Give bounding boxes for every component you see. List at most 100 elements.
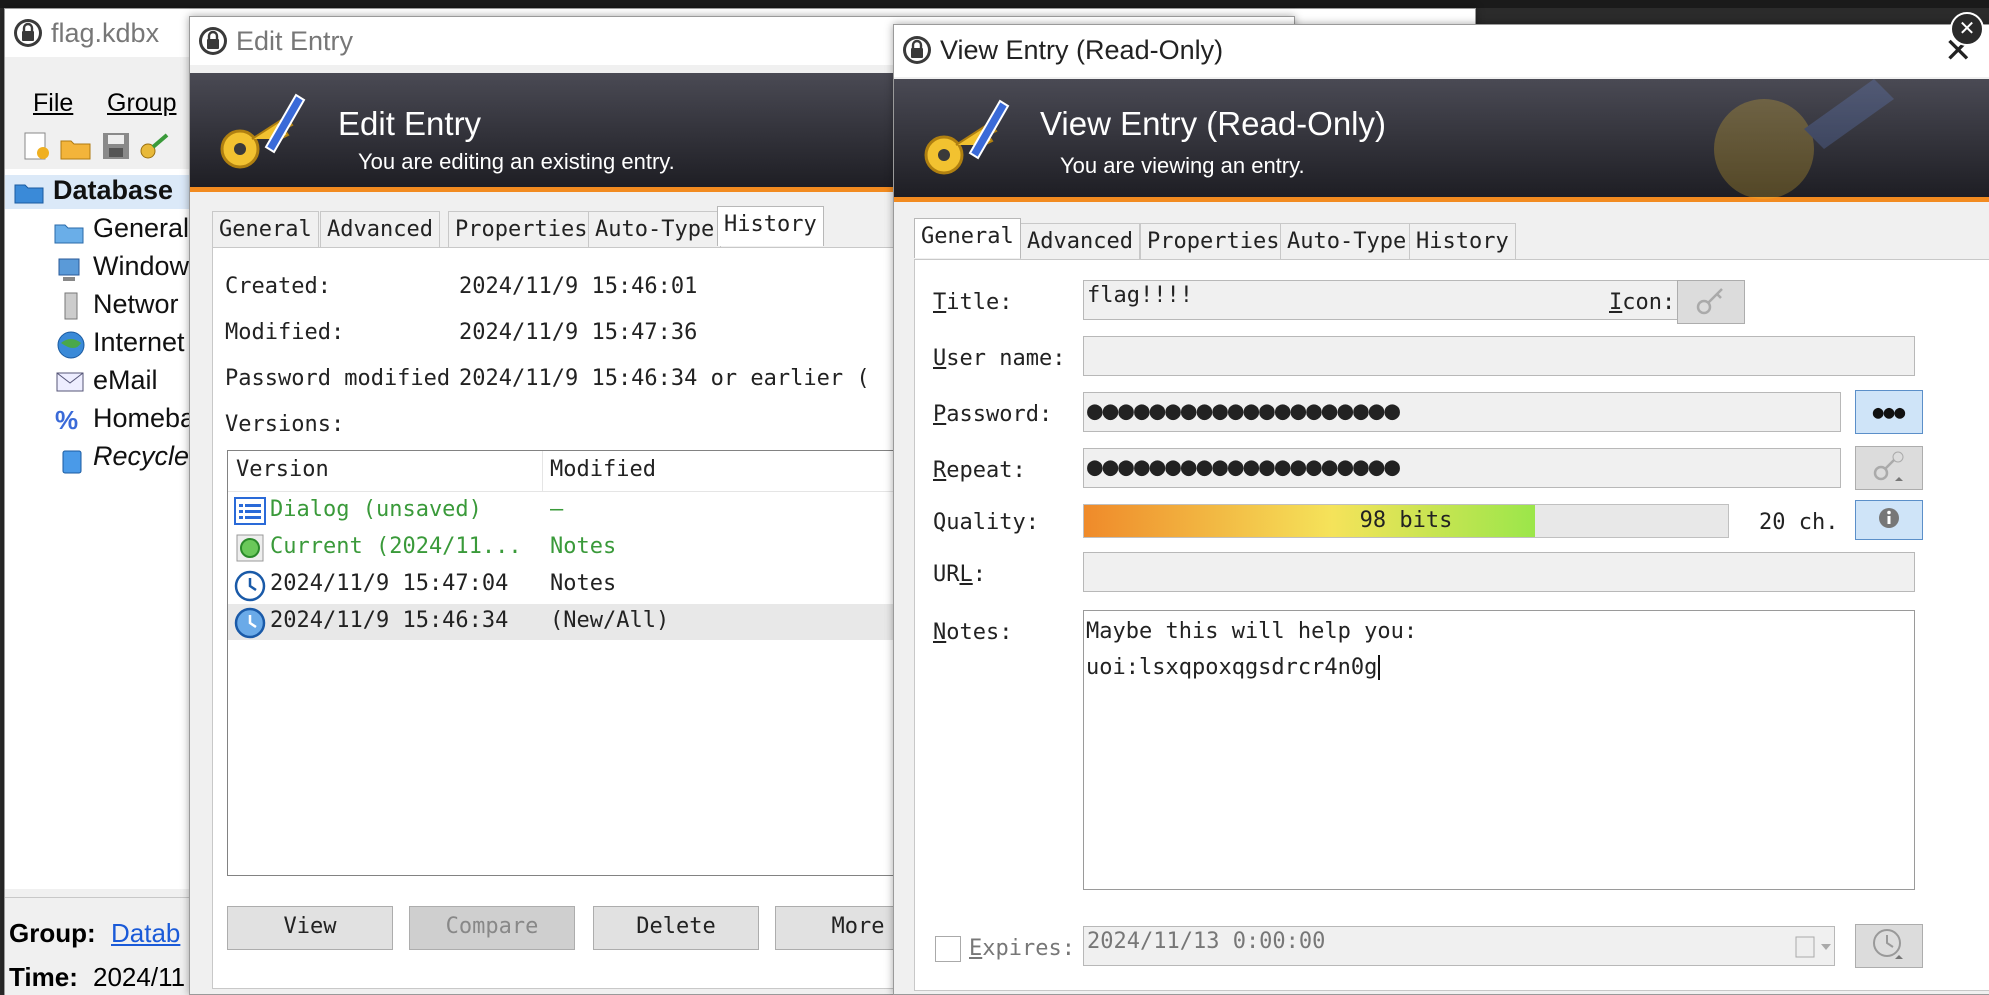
- password-label: Password:: [933, 402, 1053, 427]
- edit-tab-properties[interactable]: Properties: [448, 211, 595, 247]
- versions-label: Versions:: [225, 412, 345, 437]
- tree-root-label: Database: [53, 175, 174, 205]
- repeat-mask: ●●●●●●●●●●●●●●●●●●●●: [1087, 452, 1401, 482]
- repeat-field[interactable]: ●●●●●●●●●●●●●●●●●●●●: [1083, 448, 1841, 488]
- view-banner-title: View Entry (Read-Only): [1040, 105, 1387, 142]
- info-icon: [1877, 506, 1901, 534]
- overlay-close-icon[interactable]: ✕: [1950, 12, 1984, 46]
- generate-password-button[interactable]: [1855, 446, 1923, 490]
- tree-root-row[interactable]: Database: [5, 175, 205, 209]
- repeat-label: Repeat:: [933, 458, 1026, 483]
- notes-textarea[interactable]: Maybe this will help you: uoi:lsxqpoxqgs…: [1083, 610, 1915, 890]
- row-version: 2024/11/9 15:47:04: [270, 571, 509, 596]
- expiry-preset-button[interactable]: [1855, 924, 1923, 968]
- database-folder-icon: [13, 179, 45, 210]
- password-field[interactable]: ●●●●●●●●●●●●●●●●●●●●: [1083, 392, 1841, 432]
- tree-item-internet[interactable]: Internet: [93, 327, 185, 358]
- row-modified: Notes: [550, 534, 617, 559]
- view-lock-icon: [902, 35, 932, 72]
- menu-group[interactable]: Group: [107, 89, 176, 118]
- tree-item-network[interactable]: Networ: [93, 289, 179, 320]
- homebanking-percent-icon: %: [55, 405, 79, 435]
- edit-tab-advanced[interactable]: Advanced: [320, 211, 440, 247]
- entry-icon-button[interactable]: [1677, 280, 1745, 324]
- calendar-dropdown-icon[interactable]: [1795, 934, 1833, 964]
- menu-file[interactable]: File: [33, 89, 73, 118]
- expires-label: Expires:: [969, 936, 1075, 961]
- row-version: Current (2024/11...: [270, 534, 522, 559]
- quality-info-button[interactable]: [1855, 500, 1923, 540]
- keepass-lock-icon: [13, 18, 43, 55]
- notes-label: Notes:: [933, 620, 1013, 645]
- modified-value: 2024/11/9 15:47:36: [459, 320, 698, 345]
- status-area: Group: Datab Time: 2024/11: [5, 897, 205, 995]
- edit-banner-subtitle: You are editing an existing entry.: [358, 149, 675, 174]
- generator-wand-icon: [1871, 449, 1907, 487]
- notes-line-1: Maybe this will help you:: [1086, 619, 1418, 644]
- icon-label: Icon:: [1609, 290, 1676, 315]
- password-modified-label: Password modified: [225, 366, 451, 391]
- column-header-version[interactable]: Version: [236, 457, 329, 482]
- clock-icon: [234, 607, 266, 643]
- column-header-modified[interactable]: Modified: [550, 457, 656, 482]
- dots-icon: ●●●: [1872, 401, 1906, 423]
- current-green-dot-icon: [236, 534, 264, 566]
- recycle-bin-icon: [59, 445, 85, 480]
- column-divider: [542, 451, 543, 491]
- tree-item-recycle-bin[interactable]: Recycle: [93, 441, 189, 472]
- quality-chars: 20 ch.: [1759, 510, 1839, 535]
- main-window-title: flag.kdbx: [51, 18, 160, 48]
- view-tab-properties[interactable]: Properties: [1140, 223, 1287, 259]
- open-folder-icon[interactable]: [59, 133, 93, 166]
- compare-button[interactable]: Compare: [409, 906, 575, 950]
- email-envelope-icon: [55, 369, 87, 400]
- save-icon[interactable]: [101, 131, 131, 166]
- view-tab-auto-type[interactable]: Auto-Type: [1280, 223, 1414, 259]
- created-label: Created:: [225, 274, 331, 299]
- windows-icon: [55, 255, 85, 290]
- status-group-link[interactable]: Datab: [111, 918, 180, 949]
- view-general-panel: Title: flag!!!! Icon: User name: Passwor…: [914, 259, 1989, 991]
- view-button[interactable]: View: [227, 906, 393, 950]
- edit-key-pencil-icon: [212, 85, 308, 186]
- view-banner: View Entry (Read-Only) You are viewing a…: [894, 79, 1989, 202]
- edit-tab-history[interactable]: History: [717, 206, 824, 246]
- tree-item-windows[interactable]: Window: [93, 251, 189, 282]
- view-tab-history[interactable]: History: [1409, 223, 1516, 259]
- tree-item-email[interactable]: eMail: [93, 365, 158, 396]
- quality-bits-text: 98 bits: [1359, 508, 1453, 533]
- status-time-label: Time:: [9, 962, 78, 992]
- key-icon: [1694, 283, 1728, 321]
- password-mask: ●●●●●●●●●●●●●●●●●●●●: [1087, 396, 1401, 426]
- expires-checkbox[interactable]: [935, 936, 961, 962]
- password-modified-value: 2024/11/9 15:46:34 or earlier (: [459, 366, 870, 391]
- new-database-icon[interactable]: [23, 131, 51, 166]
- clock-icon: [234, 570, 266, 606]
- tree-item-general[interactable]: General: [93, 213, 189, 244]
- edit-tab-auto-type[interactable]: Auto-Type: [588, 211, 722, 247]
- add-entry-key-icon[interactable]: [139, 131, 173, 166]
- clock-menu-icon: [1871, 927, 1907, 965]
- expires-value: 2024/11/13 0:00:00: [1087, 929, 1326, 954]
- expires-datetime[interactable]: 2024/11/13 0:00:00: [1083, 926, 1835, 966]
- delete-button[interactable]: Delete: [593, 906, 759, 950]
- quality-bar: 98 bits: [1083, 504, 1729, 538]
- username-field[interactable]: [1083, 336, 1915, 376]
- view-tab-general[interactable]: General: [914, 218, 1021, 258]
- view-entry-window: View Entry (Read-Only) ✕ View Entry (Rea…: [893, 24, 1989, 995]
- notes-line-2: uoi:lsxqpoxqgsdrcr4n0g: [1086, 655, 1381, 680]
- tree-item-homebanking[interactable]: Homeba: [93, 403, 195, 434]
- view-tab-advanced[interactable]: Advanced: [1020, 223, 1140, 259]
- edit-tab-general[interactable]: General: [212, 211, 319, 247]
- username-label: User name:: [933, 346, 1066, 371]
- view-window-title: View Entry (Read-Only): [940, 35, 1224, 65]
- edit-lock-icon: [198, 26, 228, 63]
- url-field[interactable]: [1083, 552, 1915, 592]
- show-password-button[interactable]: ●●●: [1855, 390, 1923, 434]
- row-version: Dialog (unsaved): [270, 497, 482, 522]
- internet-globe-icon: [55, 329, 87, 366]
- view-banner-subtitle: You are viewing an entry.: [1060, 153, 1305, 178]
- status-group-label: Group:: [9, 918, 96, 948]
- group-tree: Database General Window Networ Internet …: [5, 169, 205, 889]
- modified-label: Modified:: [225, 320, 345, 345]
